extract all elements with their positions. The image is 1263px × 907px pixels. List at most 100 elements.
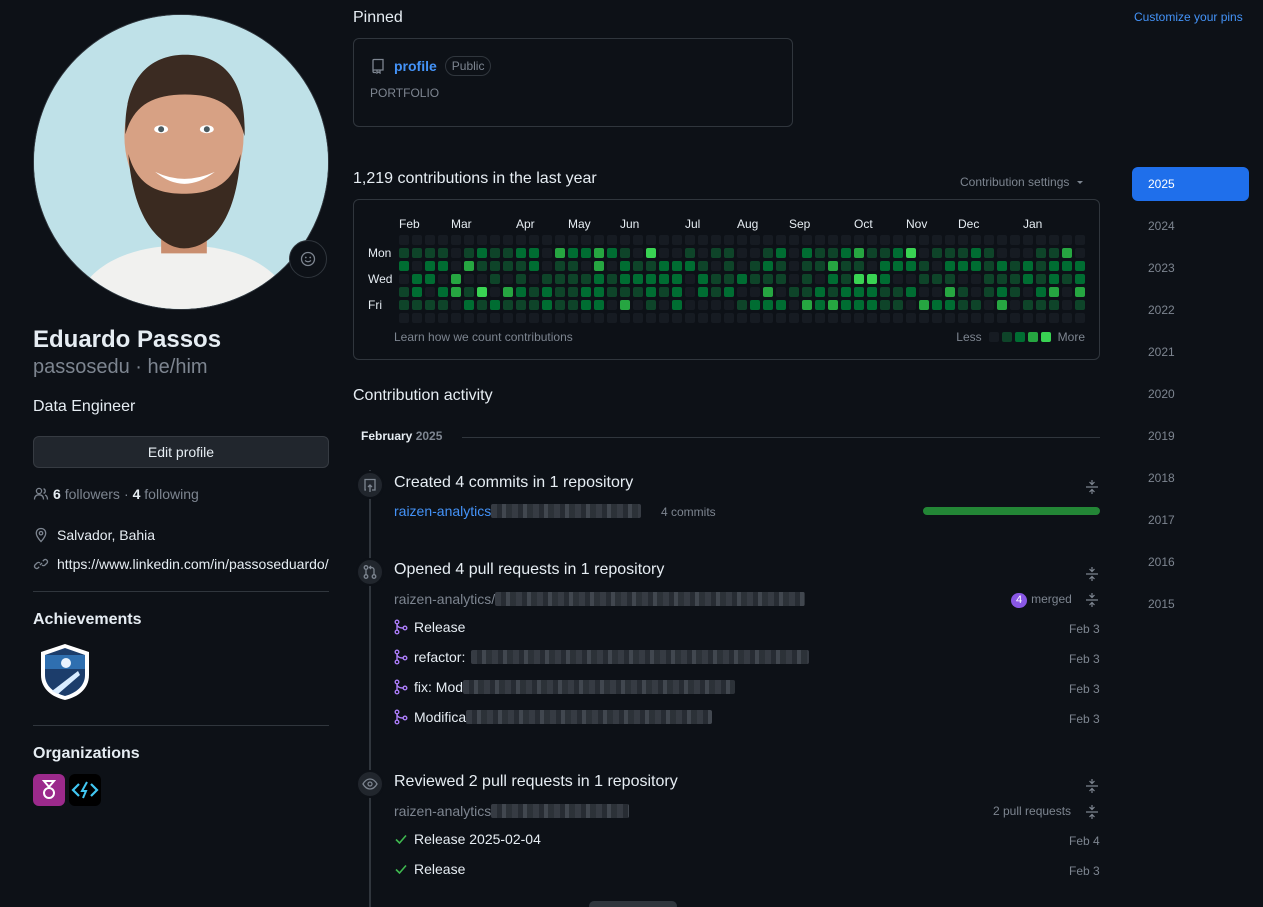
contribution-day-cell[interactable] <box>763 235 773 245</box>
contribution-day-cell[interactable] <box>1036 248 1046 258</box>
contribution-day-cell[interactable] <box>1075 261 1085 271</box>
contribution-day-cell[interactable] <box>542 248 552 258</box>
contribution-day-cell[interactable] <box>451 274 461 284</box>
contribution-day-cell[interactable] <box>633 300 643 310</box>
contribution-day-cell[interactable] <box>750 300 760 310</box>
contribution-day-cell[interactable] <box>1062 300 1072 310</box>
contribution-day-cell[interactable] <box>932 235 942 245</box>
contribution-day-cell[interactable] <box>919 274 929 284</box>
contribution-day-cell[interactable] <box>919 235 929 245</box>
contribution-day-cell[interactable] <box>451 248 461 258</box>
contribution-day-cell[interactable] <box>620 235 630 245</box>
contribution-day-cell[interactable] <box>815 261 825 271</box>
contribution-day-cell[interactable] <box>828 313 838 323</box>
contribution-day-cell[interactable] <box>438 313 448 323</box>
contribution-day-cell[interactable] <box>594 235 604 245</box>
contribution-day-cell[interactable] <box>672 274 682 284</box>
contribution-day-cell[interactable] <box>854 235 864 245</box>
contribution-day-cell[interactable] <box>646 300 656 310</box>
contribution-day-cell[interactable] <box>880 235 890 245</box>
contribution-day-cell[interactable] <box>646 235 656 245</box>
contribution-day-cell[interactable] <box>750 248 760 258</box>
contribution-day-cell[interactable] <box>1023 313 1033 323</box>
contribution-day-cell[interactable] <box>867 248 877 258</box>
contribution-day-cell[interactable] <box>1075 287 1085 297</box>
contribution-day-cell[interactable] <box>698 235 708 245</box>
contribution-day-cell[interactable] <box>854 261 864 271</box>
contribution-day-cell[interactable] <box>477 287 487 297</box>
contribution-day-cell[interactable] <box>685 235 695 245</box>
contribution-day-cell[interactable] <box>399 287 409 297</box>
contribution-day-cell[interactable] <box>529 248 539 258</box>
contribution-day-cell[interactable] <box>646 274 656 284</box>
contribution-day-cell[interactable] <box>854 248 864 258</box>
contribution-day-cell[interactable] <box>1075 313 1085 323</box>
contribution-day-cell[interactable] <box>425 274 435 284</box>
contribution-day-cell[interactable] <box>815 235 825 245</box>
contribution-day-cell[interactable] <box>1036 287 1046 297</box>
contribution-day-cell[interactable] <box>685 274 695 284</box>
contribution-day-cell[interactable] <box>841 248 851 258</box>
contribution-day-cell[interactable] <box>802 274 812 284</box>
contribution-day-cell[interactable] <box>1036 274 1046 284</box>
contribution-day-cell[interactable] <box>776 287 786 297</box>
contribution-day-cell[interactable] <box>1075 300 1085 310</box>
contribution-day-cell[interactable] <box>438 261 448 271</box>
contribution-day-cell[interactable] <box>503 287 513 297</box>
contribution-day-cell[interactable] <box>698 261 708 271</box>
contribution-day-cell[interactable] <box>841 313 851 323</box>
contribution-day-cell[interactable] <box>945 300 955 310</box>
contribution-day-cell[interactable] <box>516 261 526 271</box>
contribution-day-cell[interactable] <box>594 313 604 323</box>
contribution-day-cell[interactable] <box>906 287 916 297</box>
website-link[interactable]: https://www.linkedin.com/in/passoseduard… <box>57 556 329 572</box>
contribution-day-cell[interactable] <box>1036 261 1046 271</box>
contribution-day-cell[interactable] <box>477 261 487 271</box>
contribution-day-cell[interactable] <box>867 235 877 245</box>
contribution-day-cell[interactable] <box>867 300 877 310</box>
contribution-day-cell[interactable] <box>633 274 643 284</box>
contribution-day-cell[interactable] <box>828 235 838 245</box>
contribution-day-cell[interactable] <box>1075 248 1085 258</box>
contribution-day-cell[interactable] <box>685 300 695 310</box>
contribution-day-cell[interactable] <box>750 235 760 245</box>
contribution-day-cell[interactable] <box>997 300 1007 310</box>
contribution-day-cell[interactable] <box>464 274 474 284</box>
contribution-day-cell[interactable] <box>581 248 591 258</box>
contribution-day-cell[interactable] <box>542 287 552 297</box>
contribution-day-cell[interactable] <box>555 235 565 245</box>
contribution-day-cell[interactable] <box>880 248 890 258</box>
contribution-day-cell[interactable] <box>932 313 942 323</box>
contribution-day-cell[interactable] <box>1049 261 1059 271</box>
contribution-day-cell[interactable] <box>646 261 656 271</box>
year-link-2024[interactable]: 2024 <box>1132 209 1249 243</box>
contribution-day-cell[interactable] <box>620 261 630 271</box>
contribution-day-cell[interactable] <box>659 235 669 245</box>
contribution-day-cell[interactable] <box>945 274 955 284</box>
contribution-day-cell[interactable] <box>958 313 968 323</box>
year-link-2016[interactable]: 2016 <box>1132 545 1249 579</box>
contribution-day-cell[interactable] <box>672 300 682 310</box>
contribution-day-cell[interactable] <box>555 300 565 310</box>
contribution-day-cell[interactable] <box>971 300 981 310</box>
contribution-day-cell[interactable] <box>1049 274 1059 284</box>
contribution-day-cell[interactable] <box>490 300 500 310</box>
contribution-day-cell[interactable] <box>789 248 799 258</box>
contribution-day-cell[interactable] <box>464 313 474 323</box>
year-link-2020[interactable]: 2020 <box>1132 377 1249 411</box>
contribution-day-cell[interactable] <box>581 261 591 271</box>
contribution-day-cell[interactable] <box>971 261 981 271</box>
contribution-day-cell[interactable] <box>685 248 695 258</box>
contribution-day-cell[interactable] <box>724 235 734 245</box>
contribution-day-cell[interactable] <box>984 313 994 323</box>
contribution-day-cell[interactable] <box>568 235 578 245</box>
contribution-day-cell[interactable] <box>633 235 643 245</box>
contribution-day-cell[interactable] <box>1010 313 1020 323</box>
contribution-day-cell[interactable] <box>971 287 981 297</box>
contribution-day-cell[interactable] <box>724 287 734 297</box>
scroll-indicator[interactable] <box>589 901 677 907</box>
contribution-day-cell[interactable] <box>399 261 409 271</box>
contribution-day-cell[interactable] <box>789 300 799 310</box>
contribution-day-cell[interactable] <box>763 248 773 258</box>
contribution-day-cell[interactable] <box>542 235 552 245</box>
